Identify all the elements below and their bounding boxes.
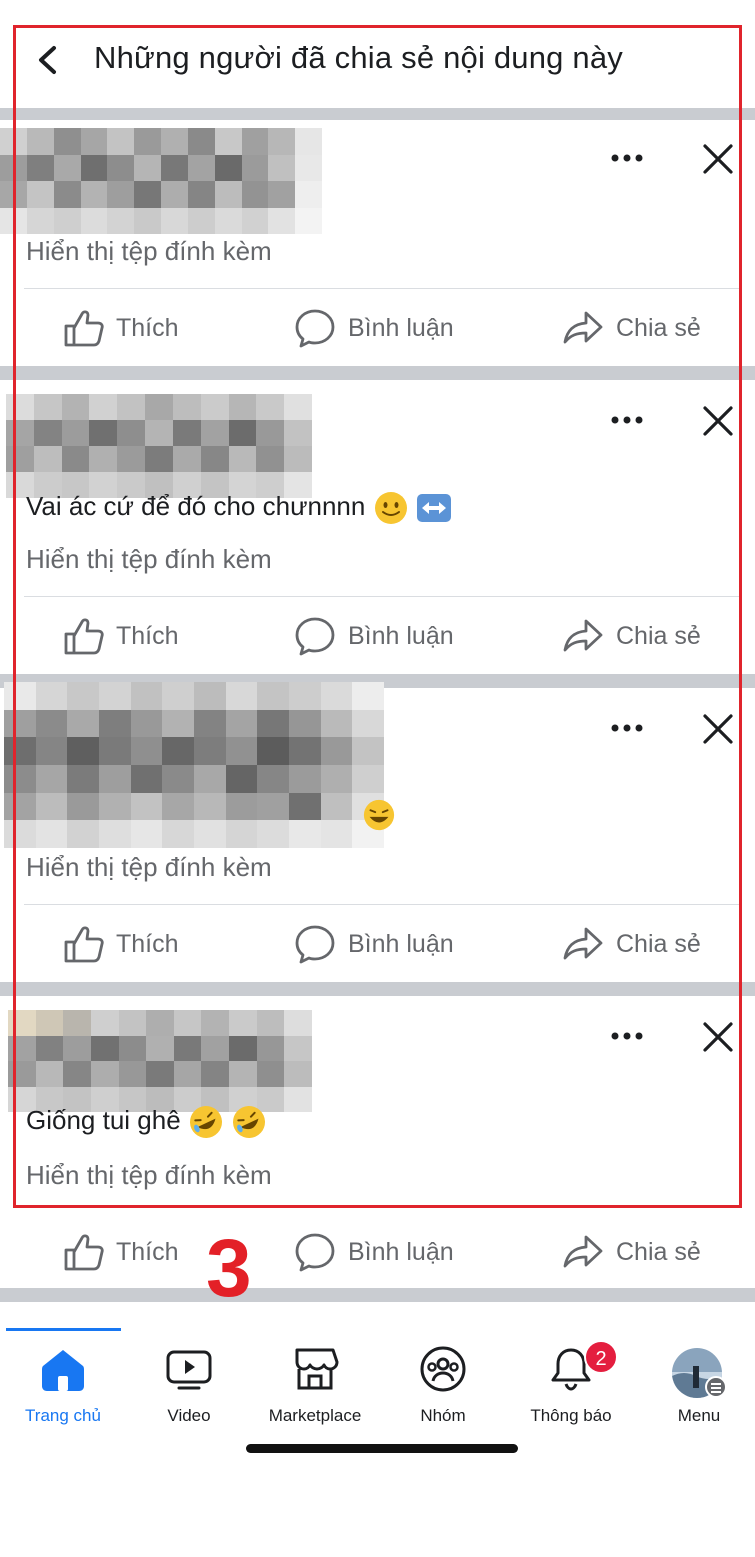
notification-badge: 2: [584, 1340, 618, 1374]
like-label: Thích: [116, 621, 179, 650]
groups-icon: [420, 1346, 466, 1392]
post-caption: Vai ác cứ để đó cho chưnnnn: [26, 490, 366, 521]
shared-post: Hiển thị tệp đính kèm Thích Bình luận Ch…: [0, 682, 755, 982]
share-label: Chia sẻ: [616, 313, 701, 342]
shared-post: Hiển thị tệp đính kèm Thích Bình luận Ch…: [0, 120, 755, 366]
close-icon[interactable]: [701, 1020, 735, 1054]
post-caption: Giống tui ghê: [26, 1104, 181, 1135]
share-button[interactable]: Chia sẻ: [562, 308, 701, 348]
like-button[interactable]: Thích: [62, 924, 179, 964]
marketplace-icon: [295, 1348, 339, 1390]
comment-bubble-icon: [295, 309, 335, 348]
share-button[interactable]: Chia sẻ: [562, 616, 701, 656]
rolling-laughing-emoji-icon: [189, 1106, 222, 1138]
nav-marketplace[interactable]: Marketplace: [252, 1328, 378, 1440]
thumbs-up-icon: [64, 310, 104, 347]
smiling-emoji-icon: [374, 492, 407, 524]
more-options-icon[interactable]: [609, 152, 645, 164]
like-button[interactable]: Thích: [62, 616, 179, 656]
share-button[interactable]: Chia sẻ: [562, 1232, 701, 1272]
divider: [24, 904, 740, 905]
close-icon[interactable]: [701, 712, 735, 746]
share-label: Chia sẻ: [616, 621, 701, 650]
nav-label: Trang chủ: [25, 1406, 101, 1425]
section-separator: [0, 366, 755, 380]
comment-bubble-icon: [295, 1233, 335, 1272]
video-icon: [166, 1350, 212, 1390]
more-options-icon[interactable]: [609, 414, 645, 426]
header: Những người đã chia sẻ nội dung này: [0, 0, 755, 108]
like-label: Thích: [116, 929, 179, 958]
nav-label: Marketplace: [268, 1406, 362, 1425]
like-button[interactable]: Thích: [62, 308, 179, 348]
comment-button[interactable]: Bình luận: [294, 1232, 454, 1272]
like-label: Thích: [116, 1237, 179, 1266]
comment-label: Bình luận: [348, 621, 454, 650]
shared-post: Vai ác cứ để đó cho chưnnnn Hiển thị tệp…: [0, 380, 755, 674]
comment-label: Bình luận: [348, 313, 454, 342]
section-separator: [0, 108, 755, 120]
share-arrow-icon: [563, 927, 603, 960]
left-right-arrow-emoji-icon: [416, 494, 451, 522]
comment-bubble-icon: [295, 925, 335, 964]
comment-label: Bình luận: [348, 1237, 454, 1266]
nav-label: Nhóm: [420, 1406, 466, 1425]
comment-button[interactable]: Bình luận: [294, 616, 454, 656]
avatar-icon: [672, 1348, 727, 1398]
thumbs-up-icon: [64, 1234, 104, 1271]
show-attachment-link[interactable]: Hiển thị tệp đính kèm: [26, 852, 272, 883]
laughing-emoji-icon: [363, 799, 395, 831]
blurred-author-info: [8, 1010, 312, 1112]
like-label: Thích: [116, 313, 179, 342]
nav-notifications[interactable]: 2 Thông báo: [508, 1328, 634, 1440]
comment-button[interactable]: Bình luận: [294, 308, 454, 348]
divider: [24, 288, 740, 289]
home-indicator: [246, 1444, 518, 1453]
show-attachment-link[interactable]: Hiển thị tệp đính kèm: [26, 544, 272, 575]
nav-groups[interactable]: Nhóm: [380, 1328, 506, 1440]
comment-label: Bình luận: [348, 929, 454, 958]
thumbs-up-icon: [64, 618, 104, 655]
bottom-navigation: Trang chủ Video Marketplace Nhóm 2 Thông…: [0, 1328, 755, 1440]
blurred-author-info: [0, 128, 322, 234]
nav-label: Menu: [677, 1406, 721, 1425]
share-arrow-icon: [563, 619, 603, 652]
section-separator: [0, 1288, 755, 1302]
step-number: 3: [206, 1223, 252, 1314]
home-icon: [42, 1350, 84, 1391]
show-attachment-link[interactable]: Hiển thị tệp đính kèm: [26, 236, 272, 267]
nav-label: Video: [167, 1406, 211, 1425]
page-title: Những người đã chia sẻ nội dung này: [94, 40, 624, 75]
blurred-author-info: [4, 682, 384, 848]
show-attachment-link[interactable]: Hiển thị tệp đính kèm: [26, 1160, 272, 1191]
section-separator: [0, 982, 755, 996]
like-button[interactable]: Thích: [62, 1232, 179, 1272]
post-text: Giống tui ghê: [26, 1104, 267, 1140]
share-arrow-icon: [563, 1235, 603, 1268]
share-label: Chia sẻ: [616, 929, 701, 958]
nav-menu[interactable]: Menu: [636, 1328, 755, 1440]
blurred-author-info: [6, 394, 312, 498]
nav-label: Thông báo: [530, 1406, 612, 1425]
rolling-laughing-emoji-icon: [233, 1106, 266, 1138]
shared-post: Giống tui ghê Hiển thị tệp đính kèm Thíc…: [0, 996, 755, 1288]
share-arrow-icon: [563, 311, 603, 344]
close-icon[interactable]: [701, 404, 735, 438]
share-button[interactable]: Chia sẻ: [562, 924, 701, 964]
thumbs-up-icon: [64, 926, 104, 963]
nav-video[interactable]: Video: [126, 1328, 252, 1440]
divider: [24, 596, 740, 597]
comment-bubble-icon: [295, 617, 335, 656]
post-text: Vai ác cứ để đó cho chưnnnn: [26, 490, 452, 526]
more-options-icon[interactable]: [609, 1030, 645, 1042]
close-icon[interactable]: [701, 142, 735, 176]
share-label: Chia sẻ: [616, 1237, 701, 1266]
more-options-icon[interactable]: [609, 722, 645, 734]
comment-button[interactable]: Bình luận: [294, 924, 454, 964]
nav-home[interactable]: Trang chủ: [0, 1328, 126, 1440]
back-arrow-icon[interactable]: [34, 44, 62, 76]
